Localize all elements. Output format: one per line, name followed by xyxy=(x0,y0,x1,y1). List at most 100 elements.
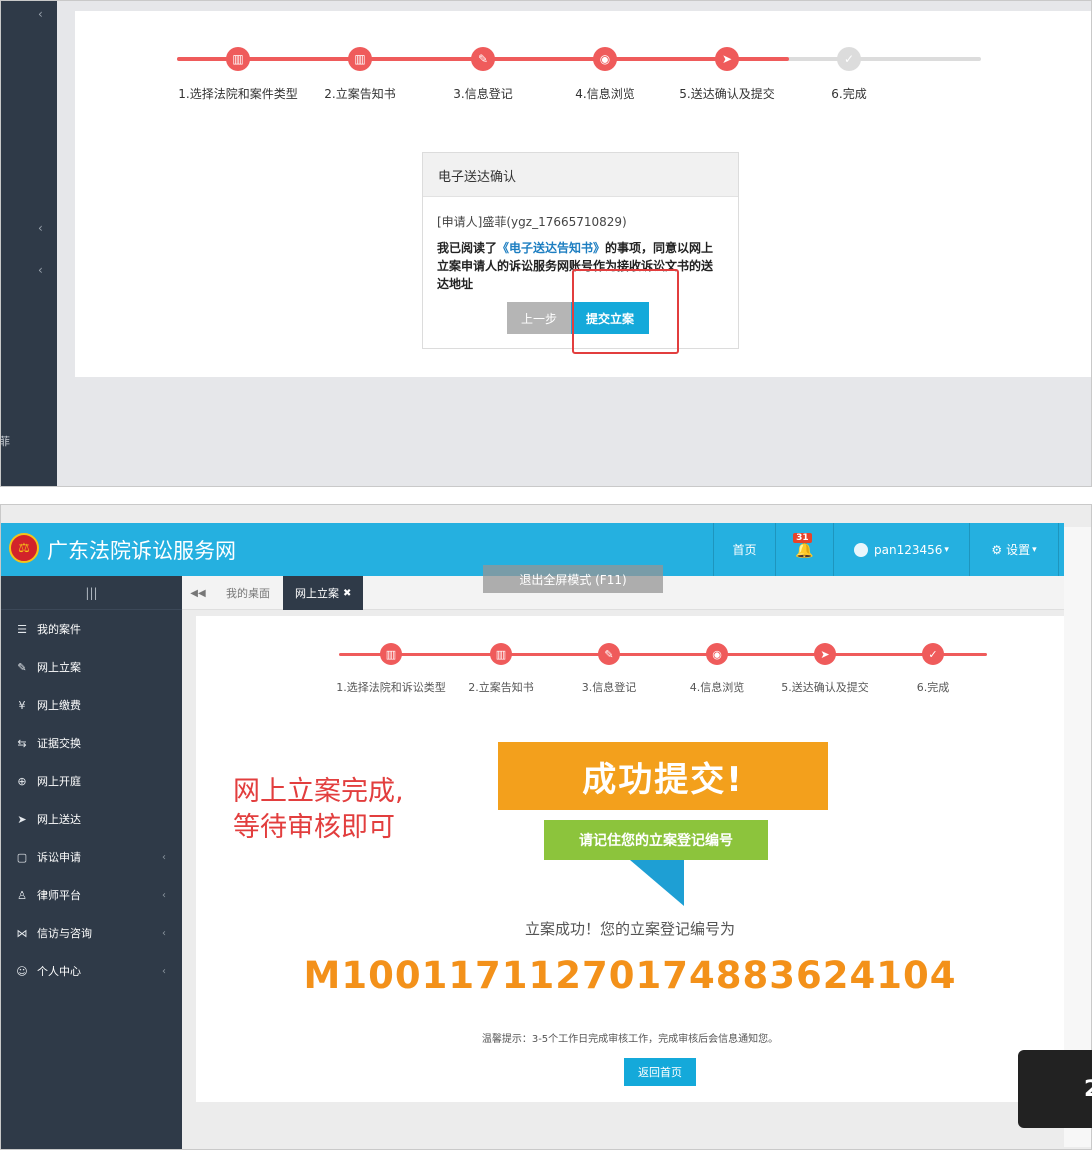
sidebar-item-petition[interactable]: ⋈ 信访与咨询 ‹ xyxy=(1,914,182,952)
dialog-title: 电子送达确认 xyxy=(423,153,738,197)
agreement-prefix: 我已阅读了 xyxy=(437,241,498,255)
tip-text: 温馨提示：3-5个工作日完成审核工作，完成审核后会信息通知您。 xyxy=(481,1034,779,1045)
eye-icon: ◉ xyxy=(593,47,617,71)
prev-step-button[interactable]: 上一步 xyxy=(507,302,571,334)
sidebar-item-online-filing[interactable]: ✎ 网上立案 xyxy=(1,648,182,686)
step-label: 1.选择法院和案件类型 xyxy=(178,87,298,101)
chevron-left-icon[interactable]: ‹ xyxy=(38,221,43,235)
settings-menu[interactable]: ⚙ 设置 ▾ xyxy=(969,523,1059,576)
send-icon: ➤ xyxy=(715,47,739,71)
chevron-left-icon: ‹ xyxy=(162,927,166,939)
check-icon: ✓ xyxy=(922,643,944,665)
case-icon: ☰ xyxy=(17,622,27,636)
sidebar-item-lawyer[interactable]: ♙ 律师平台 ‹ xyxy=(1,876,182,914)
step-6: ✓ 6.完成 xyxy=(779,47,919,102)
sidebar-item-payment[interactable]: ¥ 网上缴费 xyxy=(1,686,182,724)
main-content: ▥ 1.选择法院和诉讼类型 ▥ 2.立案告知书 ✎ 3.信息登记 ◉ 4.信息浏… xyxy=(196,616,1064,1102)
tab-label: 网上立案 xyxy=(295,587,339,600)
chevron-left-icon: ‹ xyxy=(162,889,166,901)
gear-icon: ⚙ xyxy=(991,542,1003,557)
notification-button[interactable]: 🔔 31 xyxy=(775,523,833,576)
sidebar-item-label: 诉讼申请 xyxy=(37,851,81,864)
bottom-screenshot: ⚖ 广东法院诉讼服务网 首页 🔔 31 pan123456 ▾ ⚙ 设置 ▾ ||| … xyxy=(0,504,1092,1150)
applicant-text: [申请人]盛菲(ygz_17665710829) xyxy=(437,215,627,229)
back-home-button[interactable]: 返回首页 xyxy=(624,1058,696,1086)
sidebar-item-my-cases[interactable]: ☰ 我的案件 xyxy=(1,610,182,648)
sidebar-item-label: 网上送达 xyxy=(37,813,81,826)
book-icon: ▥ xyxy=(380,643,402,665)
court-emblem-icon: ⚖ xyxy=(9,533,39,563)
globe-icon: ⊕ xyxy=(17,774,27,788)
bell-icon: 🔔 31 xyxy=(793,532,814,559)
collapsed-sidebar: ‹ ‹ ‹ 菲 xyxy=(0,1,57,486)
success-banner: 成功提交! 请记住您的立案登记编号 xyxy=(498,742,830,912)
user-icon: ♙ xyxy=(17,888,27,902)
step-3: ✎ 3.信息登记 xyxy=(413,47,553,102)
step-label: 5.送达确认及提交 xyxy=(679,87,775,101)
sidebar-item-online-trial[interactable]: ⊕ 网上开庭 xyxy=(1,762,182,800)
step-4: ◉ 4.信息浏览 xyxy=(535,47,675,102)
check-icon: ✓ xyxy=(837,47,861,71)
step-label: 3.信息登记 xyxy=(453,87,513,101)
sidebar: ||| ☰ 我的案件 ✎ 网上立案 ¥ 网上缴费 ⇆ 证据交换 ⊕ 网上开庭 ➤ 网上送达 … xyxy=(1,576,182,1149)
settings-label: 设置 xyxy=(1006,543,1031,557)
double-chevron-left-icon[interactable]: ◀◀ xyxy=(182,576,214,610)
site-title: 广东法院诉讼服务网 xyxy=(47,539,236,563)
chevron-left-icon[interactable]: ‹ xyxy=(38,7,43,21)
avatar xyxy=(854,542,869,557)
step-6: ✓ 6.完成 xyxy=(863,643,1003,695)
sidebar-item-label: 我的案件 xyxy=(37,623,81,636)
sidebar-item-online-service[interactable]: ➤ 网上送达 xyxy=(1,800,182,838)
case-number: M1001171127017488362410​4 xyxy=(303,954,957,997)
fullscreen-hint[interactable]: 退出全屏模式 (F11) xyxy=(483,565,663,593)
caret-down-icon: ▾ xyxy=(1032,544,1037,555)
step-1: ▥ 1.选择法院和案件类型 xyxy=(168,47,308,102)
notification-badge: 31 xyxy=(793,532,812,543)
exchange-icon: ⇆ xyxy=(17,736,27,750)
annotation-line-1: 网上立案完成, xyxy=(233,776,404,807)
menu-icon: ||| xyxy=(85,585,98,600)
chevron-left-icon[interactable]: ‹ xyxy=(38,263,43,277)
banner-subtitle: 请记住您的立案登记编号 xyxy=(544,820,768,860)
eye-icon: ◉ xyxy=(706,643,728,665)
sidebar-item-label: 网上缴费 xyxy=(37,699,81,712)
sidebar-edge-text: 菲 xyxy=(0,435,10,448)
step-label: 6.完成 xyxy=(831,87,867,101)
yen-icon: ¥ xyxy=(18,698,26,712)
book-icon: ▥ xyxy=(226,47,250,71)
sidebar-item-profile[interactable]: ☺ 个人中心 ‹ xyxy=(1,952,182,990)
banner-ribbon xyxy=(630,860,684,906)
sidebar-toggle[interactable]: ||| xyxy=(1,576,182,610)
sidebar-item-label: 网上立案 xyxy=(37,661,81,674)
edit-icon: ✎ xyxy=(17,660,27,674)
highlight-box xyxy=(572,269,679,354)
send-icon: ➤ xyxy=(814,643,836,665)
edit-icon: ✎ xyxy=(598,643,620,665)
chevron-left-icon: ‹ xyxy=(162,965,166,977)
sidebar-item-label: 信访与咨询 xyxy=(37,927,92,940)
top-screenshot: ‹ ‹ ‹ 菲 ▥ 1.选择法院和案件类型 ▥ 2.立案告知书 ✎ 3.信息登记… xyxy=(0,0,1092,487)
user-menu[interactable]: pan123456 ▾ xyxy=(833,523,969,576)
service-notice-link[interactable]: 《电子送达告知书》 xyxy=(497,241,605,255)
book-icon: ▥ xyxy=(348,47,372,71)
step-label: 6.完成 xyxy=(916,681,950,694)
tab-desktop[interactable]: 我的桌面 xyxy=(214,576,282,610)
caret-down-icon: ▾ xyxy=(944,544,949,555)
username: pan123456 xyxy=(874,542,943,557)
edit-icon: ✎ xyxy=(471,47,495,71)
doc-icon: ▢ xyxy=(16,850,28,864)
sidebar-item-label: 个人中心 xyxy=(37,965,81,978)
sidebar-item-label: 律师平台 xyxy=(37,889,81,902)
sidebar-item-label: 网上开庭 xyxy=(37,775,81,788)
annotation-line-2: 等待审核即可 xyxy=(233,812,395,843)
annotation-note: 网上立案完成, 等待审核即可 xyxy=(233,774,404,846)
sidebar-item-label: 证据交换 xyxy=(37,737,81,750)
step-5: ➤ 5.送达确认及提交 xyxy=(657,47,797,102)
send-icon: ➤ xyxy=(17,812,27,826)
close-icon[interactable]: ✖ xyxy=(343,588,351,599)
nav-home[interactable]: 首页 xyxy=(713,523,775,576)
sidebar-item-evidence[interactable]: ⇆ 证据交换 xyxy=(1,724,182,762)
sidebar-item-applications[interactable]: ▢ 诉讼申请 ‹ xyxy=(1,838,182,876)
tab-online-filing[interactable]: 网上立案 ✖ xyxy=(283,576,364,610)
step-2: ▥ 2.立案告知书 xyxy=(290,47,430,102)
